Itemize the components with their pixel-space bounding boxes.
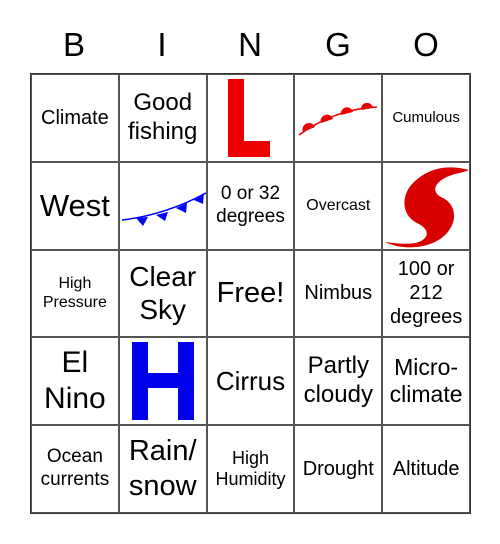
bingo-cell[interactable]: Climate: [31, 74, 119, 162]
bingo-cell[interactable]: Rain/ snow: [118, 425, 207, 513]
bingo-cell[interactable]: Cumulous: [382, 74, 470, 162]
cold-front-icon: [120, 163, 206, 249]
bingo-cell[interactable]: Good fishing: [118, 74, 207, 162]
bingo-cell[interactable]: High Pressure: [31, 249, 119, 338]
cell-text: El Nino: [44, 346, 106, 416]
bingo-cell[interactable]: [118, 161, 207, 250]
bingo-cell[interactable]: Partly cloudy: [294, 337, 383, 426]
cell-text: Cirrus: [215, 365, 286, 396]
cell-text: Clear Sky: [129, 260, 197, 326]
header-letter-o: O: [413, 26, 439, 63]
bingo-cell[interactable]: Free!: [206, 249, 295, 338]
header-letter-i: I: [157, 26, 167, 63]
bingo-grid: Climate Good fishing Cumulous West 0 or 32 d…: [30, 73, 471, 514]
high-pressure-H-icon: [120, 338, 206, 424]
bingo-cell[interactable]: [206, 74, 295, 162]
bingo-cell[interactable]: [118, 337, 207, 426]
cell-text: Free!: [216, 277, 285, 310]
hurricane-icon: [383, 163, 470, 249]
cell-text: 100 or 212 degrees: [389, 258, 463, 329]
warm-front-icon: [295, 75, 381, 161]
warm-front-low-L-icon: [210, 75, 290, 161]
bingo-cell[interactable]: 100 or 212 degrees: [382, 249, 470, 338]
cell-text: West: [39, 188, 110, 224]
bingo-cell[interactable]: Altitude: [382, 425, 470, 513]
cell-text: Climate: [41, 106, 109, 129]
cell-text: Rain/ snow: [128, 435, 197, 503]
cell-text: Overcast: [306, 197, 371, 215]
header-letter-g: G: [325, 26, 351, 63]
bingo-cell[interactable]: Micro-climate: [382, 337, 470, 426]
cell-text: Altitude: [392, 458, 460, 481]
bingo-cell[interactable]: Cirrus: [206, 337, 295, 426]
bingo-cell[interactable]: El Nino: [31, 337, 119, 426]
cell-text: Nimbus: [304, 282, 373, 305]
bingo-cell[interactable]: West: [31, 161, 119, 250]
cell-text: Cumulous: [392, 108, 460, 126]
header-letter-b: B: [62, 26, 85, 63]
cell-text: Partly cloudy: [303, 352, 373, 409]
cell-text: High Pressure: [42, 275, 107, 312]
cell-text: High Humidity: [215, 447, 286, 490]
cell-text: Ocean currents: [40, 446, 110, 491]
cell-text: Drought: [302, 458, 374, 481]
bingo-cell[interactable]: Overcast: [294, 161, 383, 250]
bingo-cell[interactable]: Ocean currents: [31, 425, 119, 513]
header-letter-n: N: [238, 26, 262, 63]
cell-text: Micro-climate: [389, 353, 463, 408]
cell-text: 0 or 32 degrees: [216, 182, 285, 227]
bingo-cell[interactable]: High Humidity: [206, 425, 295, 513]
cell-text: Good fishing: [128, 89, 198, 145]
bingo-cell[interactable]: [382, 161, 470, 250]
bingo-cell[interactable]: [294, 74, 383, 162]
bingo-cell[interactable]: Clear Sky: [118, 249, 207, 338]
bingo-cell[interactable]: Drought: [294, 425, 383, 513]
bingo-cell[interactable]: 0 or 32 degrees: [206, 161, 295, 250]
bingo-cell[interactable]: Nimbus: [294, 249, 383, 338]
